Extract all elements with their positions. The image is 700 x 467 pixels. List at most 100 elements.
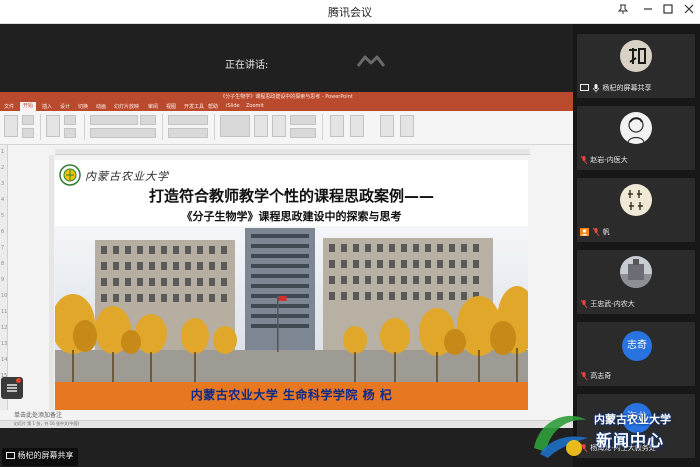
slide-title: 打造符合教师教学个性的课程思政案例—— [148, 187, 434, 205]
ppt-tab[interactable]: 审阅 [148, 103, 158, 110]
ribbon-button[interactable] [22, 115, 34, 125]
design-ideas-button[interactable] [350, 115, 364, 137]
close-icon[interactable] [679, 3, 699, 21]
slide-number[interactable]: 10 [1, 293, 7, 299]
ppt-ribbon-tabs: 文件 开始 插入 设计 切换 动画 幻灯片放映 审阅 视图 开发工具 帮助 iS… [0, 102, 573, 111]
notes-placeholder: 单击此处添加备注 [14, 412, 63, 419]
minimize-icon[interactable] [638, 3, 658, 21]
participant-tile[interactable]: 志奇 高志奇 [577, 322, 695, 386]
font-format-buttons[interactable] [90, 128, 156, 138]
participant-tile[interactable]: 杨杞的屏幕共享 [577, 34, 695, 98]
slide-number[interactable]: 9 [1, 277, 4, 283]
arrange-button[interactable] [254, 115, 268, 137]
ppt-tab-active[interactable]: 开始 [20, 102, 37, 111]
participant-name: 高志奇 [590, 372, 612, 380]
ppt-titlebar: 《分子生物学》课程思政建设中的探索与思考 - PowerPoint [0, 92, 573, 102]
participant-name: 赵岩-内医大 [590, 156, 628, 164]
tencent-meeting-logo-icon [356, 55, 386, 67]
maximize-icon[interactable] [658, 3, 678, 21]
addin-button[interactable] [400, 115, 414, 137]
ppt-tab[interactable]: 设计 [60, 103, 70, 110]
participant-name: 王忠武-内农大 [590, 300, 635, 308]
dictate-button[interactable] [380, 115, 394, 137]
ppt-tab[interactable]: 文件 [4, 103, 14, 110]
screen-share-icon [6, 451, 15, 459]
share-source-label: 杨杞的屏幕共享 [2, 448, 78, 466]
ppt-tab[interactable]: 切换 [78, 103, 88, 110]
slide-number[interactable]: 13 [1, 341, 7, 347]
ppt-window-title: 《分子生物学》课程思政建设中的探索与思考 - PowerPoint [220, 94, 353, 100]
mic-muted-icon [580, 155, 588, 165]
shape-outline-button[interactable] [290, 128, 316, 138]
shape-fill-button[interactable] [290, 115, 316, 125]
shared-screen: 《分子生物学》课程思政建设中的探索与思考 - PowerPoint 文件 开始 … [0, 92, 573, 428]
slide-number[interactable]: 2 [1, 165, 4, 171]
align-buttons[interactable] [168, 128, 208, 138]
ppt-tab[interactable]: Zoomit [246, 103, 264, 109]
participant-tile[interactable]: 帆 [577, 178, 695, 242]
participant-name-bar: 杨杞的屏幕共享 [580, 83, 651, 95]
ribbon-button[interactable] [22, 128, 34, 138]
participant-avatar [620, 184, 652, 216]
notification-dot [16, 378, 21, 383]
slide-number[interactable]: 1 [1, 149, 4, 155]
chat-menu-button[interactable] [1, 377, 23, 399]
ppt-tab[interactable]: iSlide [226, 103, 240, 109]
ribbon-button[interactable] [64, 115, 76, 125]
ppt-tab[interactable]: 动画 [96, 103, 106, 110]
ppt-tab[interactable]: 视图 [166, 103, 176, 110]
notes-pane[interactable]: 单击此处添加备注 [0, 410, 573, 420]
slide-canvas[interactable]: 内蒙古农业大学 打造符合教师教学个性的课程思政案例—— 《分子生物学》课程思政建… [55, 160, 528, 410]
pin-icon[interactable] [613, 3, 633, 21]
news-center-watermark: 内蒙古农业大学 新闻中心 [530, 402, 700, 464]
ribbon-button[interactable] [64, 128, 76, 138]
font-size-box[interactable] [140, 115, 156, 125]
window-title: 腾讯会议 [328, 6, 372, 19]
participant-name-bar: 高志奇 [580, 371, 611, 383]
ppt-tab[interactable]: 帮助 [208, 103, 218, 110]
participant-avatar [620, 256, 652, 288]
slide-number[interactable]: 14 [1, 357, 7, 363]
participant-name-bar: 王忠武-内农大 [580, 299, 635, 311]
participant-tile[interactable]: 王忠武-内农大 [577, 250, 695, 314]
ppt-tab[interactable]: 插入 [42, 103, 52, 110]
speaking-indicator: 正在讲话: [225, 60, 269, 71]
shapes-gallery[interactable] [220, 115, 250, 137]
participant-panel: 杨杞的屏幕共享 赵岩-内医大 帆 王忠武-内农大 志奇 高志奇 海龙 杨海龙-内… [573, 24, 700, 467]
slide-subtitle: 《分子生物学》课程思政建设中的探索与思考 [181, 210, 402, 223]
ppt-tab[interactable]: 幻灯片放映 [114, 103, 139, 110]
slide-number[interactable]: 5 [1, 213, 4, 219]
ppt-tab[interactable]: 开发工具 [184, 103, 204, 110]
watermark-line1: 内蒙古农业大学 [594, 413, 671, 426]
slide-number[interactable]: 4 [1, 197, 4, 203]
participant-initial-avatar: 志奇 [622, 331, 652, 361]
horizontal-ruler [55, 149, 530, 155]
slide-number[interactable]: 11 [1, 309, 7, 315]
ppt-statusbar: 幻灯片 第 1 张，共 16 张 中文(中国) [0, 420, 573, 428]
participant-name: 帆 [602, 228, 610, 236]
quick-styles-button[interactable] [272, 115, 286, 137]
ribbon-separator [84, 114, 85, 140]
new-slide-button[interactable] [46, 115, 60, 137]
user-icon [580, 228, 589, 236]
mic-icon [593, 84, 600, 93]
font-family-box[interactable] [90, 115, 138, 125]
ribbon-separator [322, 114, 323, 140]
status-slide-count: 幻灯片 第 1 张，共 16 张 [14, 421, 60, 426]
slide-number[interactable]: 8 [1, 261, 4, 267]
find-button[interactable] [330, 115, 344, 137]
participant-tile[interactable]: 赵岩-内医大 [577, 106, 695, 170]
slide-number[interactable]: 6 [1, 229, 4, 235]
paragraph-buttons[interactable] [168, 115, 208, 125]
slide-number[interactable]: 7 [1, 245, 4, 251]
window-titlebar: 腾讯会议 [0, 0, 700, 24]
campus-building-photo [55, 226, 528, 382]
participant-name-bar: 帆 [580, 227, 609, 239]
slide-number[interactable]: 12 [1, 325, 7, 331]
slide-number[interactable]: 3 [1, 181, 4, 187]
news-center-logo-icon [534, 415, 588, 458]
screen-share-icon [580, 84, 589, 91]
ribbon-separator [214, 114, 215, 140]
participant-name: 杨杞的屏幕共享 [602, 84, 652, 92]
paste-button[interactable] [4, 115, 18, 137]
